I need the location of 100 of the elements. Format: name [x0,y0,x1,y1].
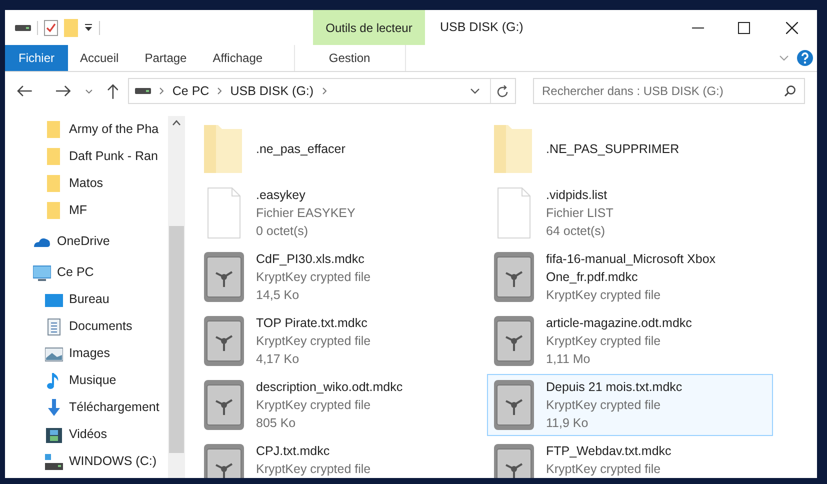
minimize-icon [692,26,704,28]
nav-item[interactable]: Bureau [69,290,110,309]
breadcrumb[interactable]: USB DISK (G:) [230,82,314,100]
file-type: KryptKey crypted file [546,333,662,350]
chevron-right-icon[interactable] [217,87,222,95]
ribbon-tab[interactable]: Affichage [200,45,275,71]
file-name: fifa-16-manual_Microsoft Xbox One_fr.pdf.mdkc [546,251,717,286]
file-name: .vidpids.list [546,187,608,204]
maximize-icon [738,22,750,34]
nav-item[interactable]: Musique [69,371,116,390]
folder-icon [45,148,63,166]
file-size: 805 Ko [256,415,297,432]
nav-item[interactable]: OneDrive [57,232,110,251]
nav-item[interactable]: MF [69,201,88,220]
up-arrow-icon[interactable] [106,84,118,98]
file-size: 11,9 Ko [546,415,590,432]
file-item[interactable]: .ne_pas_effacer [197,118,483,180]
file-type: KryptKey crypted file [546,461,662,478]
chevron-down-icon[interactable] [470,88,480,94]
file-item[interactable]: .easykey Fichier EASYKEY 0 octet(s) [197,182,483,244]
folder-icon [45,202,63,220]
properties-icon[interactable] [44,20,58,36]
close-icon [786,22,798,34]
file-type: KryptKey crypted file [546,397,662,414]
file-type: Fichier LIST [546,205,614,222]
search-field[interactable]: Rechercher dans : USB DISK (G:) [532,78,805,104]
file-name: .easykey [256,187,306,204]
back-arrow-icon[interactable] [17,85,33,97]
contextual-tab-group: Outils de lecteur [313,10,425,45]
file-name: description_wiko.odt.mdkc [256,379,403,396]
scroll-up-icon[interactable] [172,120,181,126]
document-icon [45,318,63,336]
chevron-right-icon[interactable] [159,87,164,95]
dropdown-icon[interactable] [84,23,93,32]
drive-icon [135,87,152,95]
file-size: 64 octet(s) [546,223,606,240]
nav-item[interactable]: Vidéos [69,425,107,444]
drive-icon[interactable] [15,24,31,32]
down-arrow-icon [45,398,63,416]
file-item[interactable]: Depuis 21 mois.txt.mdkc KryptKey crypted file 11,9 Ko [487,374,773,436]
file-item[interactable]: CdF_PI30.xls.mdkc KryptKey crypted file 14,5 Ko [197,246,483,308]
nav-item[interactable]: Army of the Pha [69,120,159,139]
picture-icon [45,344,63,362]
file-item[interactable]: description_wiko.odt.mdkc KryptKey crypted file 805 Ko [197,374,483,436]
ribbon-tab[interactable]: Gestion [294,45,406,71]
file-size: 4,17 Ko [256,351,300,368]
chevron-right-icon[interactable] [322,87,327,95]
safe-icon [202,251,246,303]
nav-item[interactable]: Téléchargement [69,398,160,417]
file-name: CdF_PI30.xls.mdkc [256,251,366,268]
safe-icon [202,379,246,431]
file-name: Depuis 21 mois.txt.mdkc [546,379,682,396]
forward-arrow-icon[interactable] [54,85,71,97]
help-icon[interactable] [797,50,813,66]
nav-item[interactable]: Daft Punk - Ran [69,147,158,166]
file-size: 14,5 Ko [256,287,300,304]
monitor-icon [33,264,51,282]
file-type: KryptKey crypted file [256,461,371,478]
folder-icon [45,174,63,192]
file-type: KryptKey crypted file [256,269,371,286]
safe-icon [492,315,536,367]
nav-item[interactable]: WINDOWS (C:) [69,452,156,471]
scrollbar[interactable] [168,116,185,478]
safe-icon [492,251,536,303]
file-item[interactable]: FTP_Webdav.txt.mdkc KryptKey crypted file [487,438,773,478]
file-item[interactable]: .NE_PAS_SUPPRIMER [487,118,773,180]
address-bar[interactable]: Ce PC USB DISK (G:) [128,78,516,104]
drive-icon [45,452,63,470]
file-size: 0 octet(s) [256,223,310,240]
file-item[interactable]: article-magazine.odt.mdkc KryptKey crypted file 1,11 Mo [487,310,773,372]
safe-icon [492,379,536,431]
file-name: TOP Pirate.txt.mdkc [256,315,368,332]
ribbon-tab[interactable]: Fichier [5,45,68,71]
refresh-icon[interactable] [496,84,509,98]
safe-icon [202,315,246,367]
file-type: KryptKey crypted file [256,397,372,414]
chevron-down-icon[interactable] [84,88,93,94]
file-type: KryptKey crypted file [256,333,371,350]
ribbon-tab[interactable]: Partage [132,45,199,71]
file-item[interactable]: fifa-16-manual_Microsoft Xbox One_fr.pdf.mdkc KryptKey crypted file [487,246,773,308]
file-name: FTP_Webdav.txt.mdkc [546,443,672,460]
nav-item[interactable]: Matos [69,174,104,193]
ribbon-tab[interactable]: Accueil [68,45,131,71]
folder-icon [45,120,63,138]
film-icon [45,426,63,444]
nav-item[interactable]: Documents [69,317,132,336]
scrollbar-thumb[interactable] [169,226,184,453]
file-item[interactable]: .vidpids.list Fichier LIST 64 octet(s) [487,182,773,244]
file-name: CPJ.txt.mdkc [256,443,331,460]
file-item[interactable]: CPJ.txt.mdkc KryptKey crypted file [197,438,483,478]
file-type: Fichier EASYKEY [256,205,356,222]
window-title: USB DISK (G:) [440,19,524,36]
nav-item[interactable]: Ce PC [57,263,94,282]
file-type: KryptKey crypted file [546,287,662,304]
file-item[interactable]: TOP Pirate.txt.mdkc KryptKey crypted file 4,17 Ko [197,310,483,372]
breadcrumb[interactable]: Ce PC [172,82,210,100]
nav-item[interactable]: Images [69,344,110,363]
file-name: .ne_pas_effacer [256,141,346,158]
file-name: .NE_PAS_SUPPRIMER [546,141,680,158]
search-icon [784,85,796,97]
